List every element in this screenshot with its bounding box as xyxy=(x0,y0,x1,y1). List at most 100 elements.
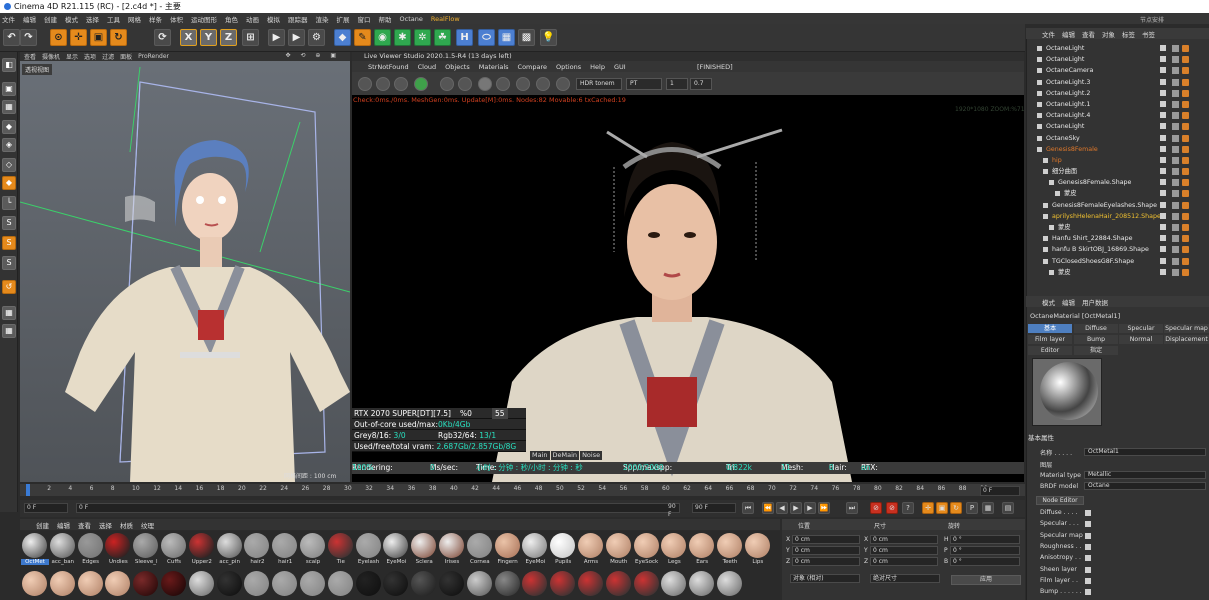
texture-mode-icon[interactable]: ▦ xyxy=(2,100,16,114)
object-dots-icon[interactable] xyxy=(1172,190,1179,198)
viewport-menu-item[interactable]: ProRender xyxy=(138,53,169,60)
material-thumbnail[interactable] xyxy=(466,571,492,596)
material-label[interactable]: hair1 xyxy=(271,559,299,565)
material-thumbnail[interactable] xyxy=(300,533,325,558)
material-thumbnail[interactable] xyxy=(661,533,687,558)
material-label[interactable]: Tie xyxy=(327,559,355,565)
object-menu-item[interactable]: 书签 xyxy=(1142,29,1155,39)
material-label[interactable]: Fingern xyxy=(494,559,522,565)
object-dots-icon[interactable] xyxy=(1172,246,1179,254)
object-name[interactable]: OctaneLight.4 xyxy=(1046,110,1090,121)
material-thumbnail[interactable] xyxy=(522,533,548,558)
material-label[interactable]: Sclera xyxy=(410,559,438,565)
object-name[interactable]: TGClosedShoesG8F.Shape xyxy=(1052,256,1134,267)
object-name[interactable]: OctaneLight.2 xyxy=(1046,88,1090,99)
octane-tag-icon[interactable] xyxy=(1182,168,1189,176)
object-row[interactable]: TGClosedShoesG8F.Shape xyxy=(1030,256,1209,267)
channel-checkbox[interactable] xyxy=(1085,577,1091,584)
channel-checkbox[interactable] xyxy=(1085,589,1091,596)
rotate-button[interactable]: ↻ xyxy=(110,29,127,46)
material-thumbnail[interactable] xyxy=(411,571,437,596)
material-thumbnail[interactable] xyxy=(272,533,298,558)
live-viewer-menu-item[interactable]: Cloud xyxy=(418,63,437,71)
material-sphere-icon[interactable] xyxy=(478,77,492,91)
material-label[interactable]: Eyelash xyxy=(355,559,383,565)
live-viewer-menu-item[interactable]: Materials xyxy=(479,63,509,71)
object-row[interactable]: OctaneLight.2 xyxy=(1030,88,1209,99)
pin-icon[interactable] xyxy=(536,77,550,91)
object-name[interactable]: OctaneLight.3 xyxy=(1046,77,1090,88)
settings-gear-icon[interactable] xyxy=(358,77,372,91)
live-viewer-menu-item[interactable]: Options xyxy=(556,63,581,71)
object-name[interactable]: OctaneSky xyxy=(1046,133,1080,144)
channel-checkbox[interactable] xyxy=(1085,532,1091,539)
key-pla-icon[interactable]: ▦ xyxy=(982,502,994,514)
render-settings-button[interactable]: ⚙ xyxy=(308,29,325,46)
object-name[interactable]: Genesis8FemaleEyelashes.Shape xyxy=(1052,200,1157,211)
menu-item[interactable]: 选择 xyxy=(86,14,99,24)
model-mode-icon[interactable]: ▣ xyxy=(2,82,16,96)
start-frame-field[interactable]: 0 F xyxy=(24,503,68,513)
undo-button[interactable]: ↶ xyxy=(3,29,20,46)
menu-item[interactable]: 工具 xyxy=(107,14,120,24)
points-mode-icon[interactable]: ◈ xyxy=(2,138,16,152)
object-name[interactable]: Hanfu Shirt_22884.Shape xyxy=(1052,233,1133,244)
material-label[interactable]: EyeSock xyxy=(633,559,661,565)
object-row[interactable]: 蒙皮 xyxy=(1030,222,1209,233)
material-thumbnail[interactable] xyxy=(605,533,631,558)
recent-tool-button[interactable]: ⟳ xyxy=(154,29,171,46)
channel-checkbox[interactable] xyxy=(1085,555,1091,562)
material-thumbnail[interactable] xyxy=(77,571,103,596)
object-row[interactable]: hip xyxy=(1030,155,1209,166)
object-name[interactable]: 蒙皮 xyxy=(1058,222,1071,233)
viewport-menu-item[interactable]: 选项 xyxy=(84,52,96,61)
octane-tag-icon[interactable] xyxy=(1182,112,1189,120)
object-row[interactable]: OctaneLight xyxy=(1030,54,1209,65)
octane-tag-icon[interactable] xyxy=(1182,78,1189,86)
material-thumbnail[interactable] xyxy=(216,571,242,596)
menu-item[interactable]: 文件 xyxy=(2,14,15,24)
key-param-icon[interactable]: P xyxy=(966,502,978,514)
material-thumbnail[interactable] xyxy=(105,533,131,558)
axis-x-button[interactable]: X xyxy=(180,29,197,46)
object-dots-icon[interactable] xyxy=(1172,268,1179,276)
attribute-tab[interactable]: Editor xyxy=(1028,346,1072,355)
clay-mode-icon[interactable] xyxy=(440,77,454,91)
octane-tag-icon[interactable] xyxy=(1182,145,1189,153)
field-button[interactable]: H xyxy=(456,29,473,46)
coord-pos-field[interactable]: 0 cm xyxy=(792,535,860,544)
channel-checkbox[interactable] xyxy=(1085,566,1091,573)
coord-pos-field[interactable]: 0 cm xyxy=(792,557,860,566)
object-name[interactable]: 蒙皮 xyxy=(1064,188,1077,199)
render-view-button[interactable]: ▶ xyxy=(268,29,285,46)
object-name[interactable]: hanfu B SkirtOBJ_16869.Shape xyxy=(1052,244,1149,255)
object-row[interactable]: OctaneLight xyxy=(1030,121,1209,132)
object-dots-icon[interactable] xyxy=(1172,168,1179,176)
render-pass-tab[interactable]: DeMain xyxy=(550,451,580,460)
material-thumbnail[interactable] xyxy=(466,533,492,558)
live-viewer-menu-item[interactable]: Compare xyxy=(518,63,548,71)
object-row[interactable]: OctaneCamera xyxy=(1030,65,1209,76)
material-label[interactable]: scalp xyxy=(299,559,327,565)
octane-tag-icon[interactable] xyxy=(1182,89,1189,97)
attribute-menu-item[interactable]: 编辑 xyxy=(1062,297,1075,307)
render-pv-button[interactable]: ▶ xyxy=(288,29,305,46)
material-thumbnail[interactable] xyxy=(161,571,186,596)
region-icon[interactable] xyxy=(496,77,510,91)
key-scale-icon[interactable]: ▣ xyxy=(936,502,948,514)
attribute-menu-item[interactable]: 用户数据 xyxy=(1082,297,1108,307)
object-dots-icon[interactable] xyxy=(1172,212,1179,220)
material-thumbnail[interactable] xyxy=(188,533,214,558)
material-label[interactable]: hair2 xyxy=(243,559,271,565)
material-thumbnail[interactable] xyxy=(522,571,548,596)
material-label[interactable]: Legs xyxy=(660,559,688,565)
octane-tag-icon[interactable] xyxy=(1182,56,1189,64)
object-row[interactable]: Hanfu Shirt_22884.Shape xyxy=(1030,233,1209,244)
object-name[interactable]: 细分曲面 xyxy=(1052,166,1077,177)
viewport-menu-item[interactable]: 显示 xyxy=(66,52,78,61)
attribute-tab[interactable]: Diffuse xyxy=(1074,324,1118,333)
octane-tag-icon[interactable] xyxy=(1182,201,1189,209)
keyframe-icon[interactable]: ? xyxy=(902,502,914,514)
octane-tag-icon[interactable] xyxy=(1182,246,1189,254)
material-menu-item[interactable]: 查看 xyxy=(78,520,91,530)
